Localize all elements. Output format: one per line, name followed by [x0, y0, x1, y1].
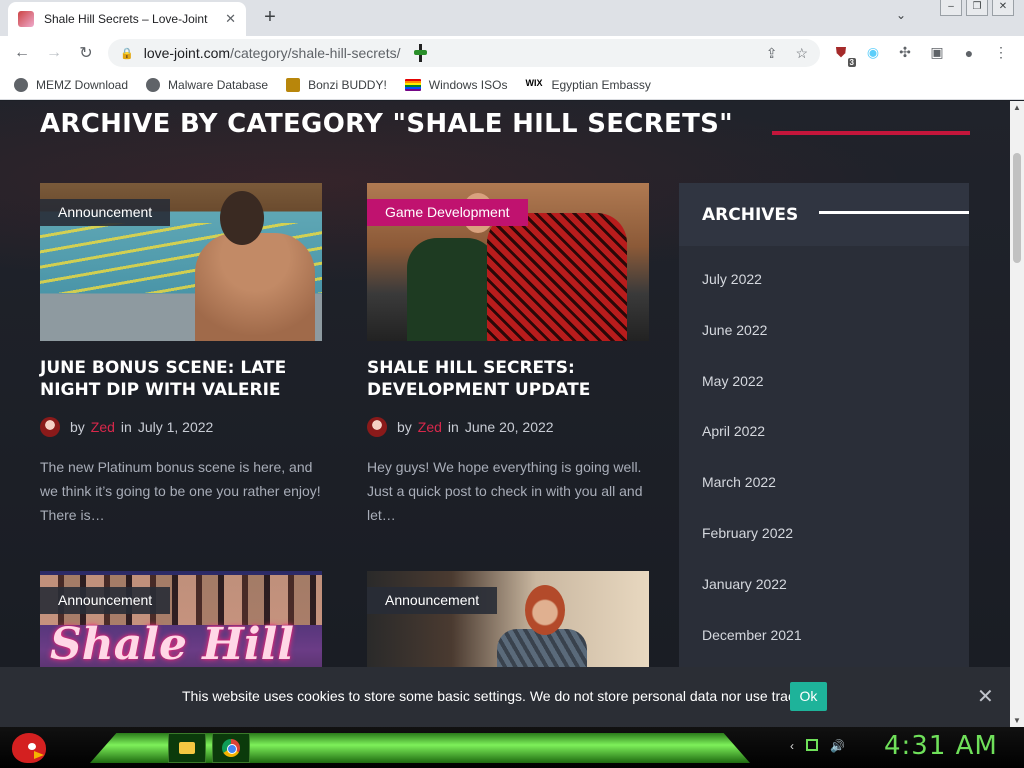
volume-icon[interactable]: 🔊	[830, 739, 845, 753]
archive-link[interactable]: December 2021	[702, 625, 969, 667]
tab-strip: Shale Hill Secrets – Love-Joint ✕ + ⌄ – …	[0, 0, 1024, 36]
archive-list: July 2022 June 2022 May 2022 April 2022 …	[679, 246, 969, 667]
extensions-area: ⛊ 3 ◉ ✣ ▣ ● ⋮	[832, 44, 1010, 67]
category-badge[interactable]: Announcement	[367, 587, 498, 614]
archive-link[interactable]: February 2022	[702, 523, 969, 574]
wix-icon: WIX	[525, 77, 543, 88]
post-card: Announcement	[367, 571, 649, 667]
bookmark-star-icon[interactable]: ☆	[795, 45, 808, 62]
post-excerpt: The new Platinum bonus scene is here, an…	[40, 459, 321, 523]
post-thumbnail[interactable]: Shale Hill Announcement	[40, 571, 322, 667]
category-badge[interactable]: Announcement	[40, 199, 171, 226]
cookie-ok-button[interactable]: Ok	[790, 682, 827, 711]
author-link[interactable]: Zed	[418, 419, 442, 435]
rainbow-flag-icon	[404, 78, 421, 91]
kebab-menu-icon[interactable]: ⋮	[992, 44, 1010, 61]
post-excerpt: Hey guys! We hope everything is going we…	[367, 459, 643, 523]
post-thumbnail[interactable]: Announcement	[367, 571, 649, 667]
archive-link[interactable]: July 2022	[702, 269, 969, 320]
post-thumbnail[interactable]: Announcement	[40, 183, 322, 341]
reload-icon[interactable]: ↻	[70, 43, 102, 63]
archives-sidebar: ARCHIVES July 2022 June 2022 May 2022 Ap…	[679, 183, 969, 667]
title-accent-rule	[772, 131, 970, 135]
taskbar-clock[interactable]: 4:31 AM	[884, 731, 998, 761]
close-window-button[interactable]: ✕	[992, 0, 1014, 16]
category-badge[interactable]: Announcement	[40, 587, 171, 614]
category-badge[interactable]: Game Development	[367, 199, 528, 226]
post-title[interactable]: JUNE BONUS SCENE: LATE NIGHT DIP WITH VA…	[40, 357, 322, 401]
web-page: ARCHIVE BY CATEGORY "SHALE HILL SECRETS"…	[0, 101, 1010, 667]
new-tab-button[interactable]: +	[258, 6, 282, 29]
cookie-message: This website uses cookies to store some …	[182, 688, 826, 704]
forward-arrow-icon[interactable]: →	[38, 44, 70, 62]
bonzi-icon	[286, 77, 301, 92]
bookmark-windows-isos[interactable]: Windows ISOs	[404, 78, 507, 92]
chrome-taskbar-button[interactable]	[212, 733, 250, 763]
taskbar: ‹ 🔊 4:31 AM	[0, 727, 1024, 768]
network-icon[interactable]	[806, 739, 818, 751]
site-favicon-icon	[18, 11, 34, 27]
back-arrow-icon[interactable]: ←	[6, 44, 38, 62]
mouse-cursor-icon	[412, 42, 428, 64]
post-date[interactable]: July 1, 2022	[138, 419, 214, 435]
archive-link[interactable]: March 2022	[702, 472, 969, 523]
bookmark-bonzi[interactable]: Bonzi BUDDY!	[286, 77, 387, 92]
post-card: Announcement JUNE BONUS SCENE: LATE NIGH…	[40, 183, 322, 527]
start-button[interactable]	[4, 727, 50, 768]
url-text[interactable]: love-joint.com/category/shale-hill-secre…	[144, 45, 401, 61]
tab-close-icon[interactable]: ✕	[225, 11, 236, 27]
share-icon[interactable]: ⇪	[766, 45, 778, 62]
puzzle-extensions-icon[interactable]: ✣	[896, 44, 914, 61]
archive-link[interactable]: January 2022	[702, 574, 969, 625]
chrome-icon	[222, 739, 240, 757]
address-bar[interactable]: 🔒 love-joint.com/category/shale-hill-sec…	[108, 39, 820, 67]
file-explorer-button[interactable]	[168, 733, 206, 763]
archive-link[interactable]: April 2022	[702, 421, 969, 472]
archive-link[interactable]: May 2022	[702, 371, 969, 422]
page-scrollbar[interactable]: ▲ ▼	[1010, 101, 1024, 727]
system-tray: ‹ 🔊	[790, 739, 845, 753]
scroll-up-icon[interactable]: ▲	[1013, 103, 1021, 112]
post-card: Game Development SHALE HILL SECRETS: DEV…	[367, 183, 649, 527]
author-link[interactable]: Zed	[91, 419, 115, 435]
page-title: ARCHIVE BY CATEGORY "SHALE HILL SECRETS"	[40, 109, 733, 139]
bookmark-malware-db[interactable]: Malware Database	[146, 77, 268, 92]
browser-tab-active[interactable]: Shale Hill Secrets – Love-Joint ✕	[8, 2, 246, 36]
lock-icon[interactable]: 🔒	[120, 47, 134, 60]
window-controls: – ❐ ✕	[940, 0, 1014, 16]
restore-button[interactable]: ❐	[966, 0, 988, 16]
folder-icon	[179, 742, 195, 754]
globe-icon	[146, 77, 161, 92]
bookmark-memz[interactable]: MEMZ Download	[14, 77, 128, 92]
sidebar-header: ARCHIVES	[679, 183, 969, 246]
author-avatar	[367, 417, 387, 437]
shield-extension-icon[interactable]: ⛊ 3	[832, 44, 856, 67]
tab-search-icon[interactable]: ⌄	[896, 8, 906, 22]
sidebar-heading: ARCHIVES	[702, 204, 799, 225]
cookie-close-icon[interactable]: ✕	[977, 684, 994, 709]
tray-chevron-icon[interactable]: ‹	[790, 739, 794, 753]
author-avatar	[40, 417, 60, 437]
scrollbar-thumb[interactable]	[1013, 153, 1021, 263]
bookmarks-bar: MEMZ Download Malware Database Bonzi BUD…	[0, 70, 1024, 100]
post-meta: by Zed in June 20, 2022	[367, 417, 649, 437]
archive-link[interactable]: June 2022	[702, 320, 969, 371]
post-title[interactable]: SHALE HILL SECRETS: DEVELOPMENT UPDATE	[367, 357, 649, 401]
heading-rule	[819, 211, 969, 214]
browser-toolbar: ← → ↻ 🔒 love-joint.com/category/shale-hi…	[0, 36, 1024, 70]
cookie-banner: This website uses cookies to store some …	[0, 667, 1010, 727]
flag-extension-icon[interactable]: ◉	[864, 44, 882, 61]
post-date[interactable]: June 20, 2022	[465, 419, 554, 435]
post-card: Shale Hill Announcement	[40, 571, 322, 667]
post-thumbnail[interactable]: Game Development	[367, 183, 649, 341]
minimize-button[interactable]: –	[940, 0, 962, 16]
post-meta: by Zed in July 1, 2022	[40, 417, 322, 437]
shale-hill-logo: Shale Hill	[50, 619, 295, 667]
tab-title: Shale Hill Secrets – Love-Joint	[44, 12, 208, 26]
scroll-down-icon[interactable]: ▼	[1013, 716, 1021, 725]
profile-avatar-icon[interactable]: ●	[960, 45, 978, 61]
side-panel-icon[interactable]: ▣	[928, 44, 946, 61]
bookmark-egyptian-embassy[interactable]: WIX Egyptian Embassy	[525, 78, 650, 92]
globe-icon	[14, 77, 28, 92]
